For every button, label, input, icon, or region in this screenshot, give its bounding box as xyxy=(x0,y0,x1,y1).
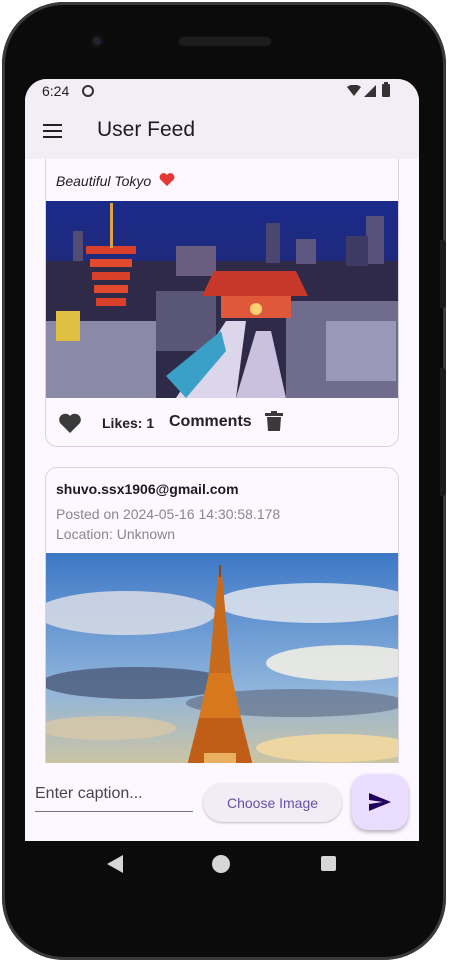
post-timestamp: Posted on 2024-05-16 14:30:58.178 xyxy=(56,506,281,522)
page-title: User Feed xyxy=(97,118,196,141)
post-card: shuvo.ssx1906@gmail.com Posted on 2024-0… xyxy=(45,467,399,763)
back-icon[interactable] xyxy=(107,855,123,873)
battery-icon xyxy=(382,82,390,97)
post-actions: Likes: 1 Comments xyxy=(46,398,398,446)
volume-button xyxy=(440,368,446,496)
sync-icon xyxy=(82,85,94,97)
composer-bar: Choose Image xyxy=(25,763,419,841)
wifi-icon xyxy=(347,85,361,96)
post-card: Beautiful Tokyo Likes: 1 Comments xyxy=(45,159,399,447)
comments-button[interactable]: Comments xyxy=(169,413,252,431)
post-image-eiffel xyxy=(46,553,398,763)
front-camera xyxy=(90,34,104,48)
post-author: shuvo.ssx1906@gmail.com xyxy=(56,481,239,497)
red-heart-emoji xyxy=(159,173,175,187)
choose-image-button[interactable]: Choose Image xyxy=(203,783,342,822)
feed-list[interactable]: Beautiful Tokyo Likes: 1 Comments shuvo.… xyxy=(25,159,419,763)
home-icon[interactable] xyxy=(212,855,230,873)
hamburger-menu-icon[interactable] xyxy=(43,124,62,138)
post-caption: Beautiful Tokyo xyxy=(56,173,152,189)
cell-signal-icon xyxy=(364,85,376,97)
status-bar: 6:24 xyxy=(25,79,419,105)
app-bar: User Feed xyxy=(25,105,419,159)
post-image-tokyo xyxy=(46,201,398,398)
earpiece-speaker xyxy=(178,35,272,46)
post-location: Location: Unknown xyxy=(56,526,176,542)
recents-icon[interactable] xyxy=(321,856,336,871)
send-button[interactable] xyxy=(352,774,408,830)
status-time: 6:24 xyxy=(42,83,70,99)
app-screen: 6:24 User Feed Beautiful Tokyo Likes: 1 … xyxy=(25,79,419,841)
send-icon xyxy=(369,793,391,811)
heart-icon[interactable] xyxy=(58,412,82,434)
caption-input[interactable] xyxy=(35,777,193,812)
trash-icon[interactable] xyxy=(265,411,283,431)
likes-count: Likes: 1 xyxy=(102,415,155,431)
system-nav-bar xyxy=(25,841,419,887)
power-button xyxy=(440,240,446,308)
